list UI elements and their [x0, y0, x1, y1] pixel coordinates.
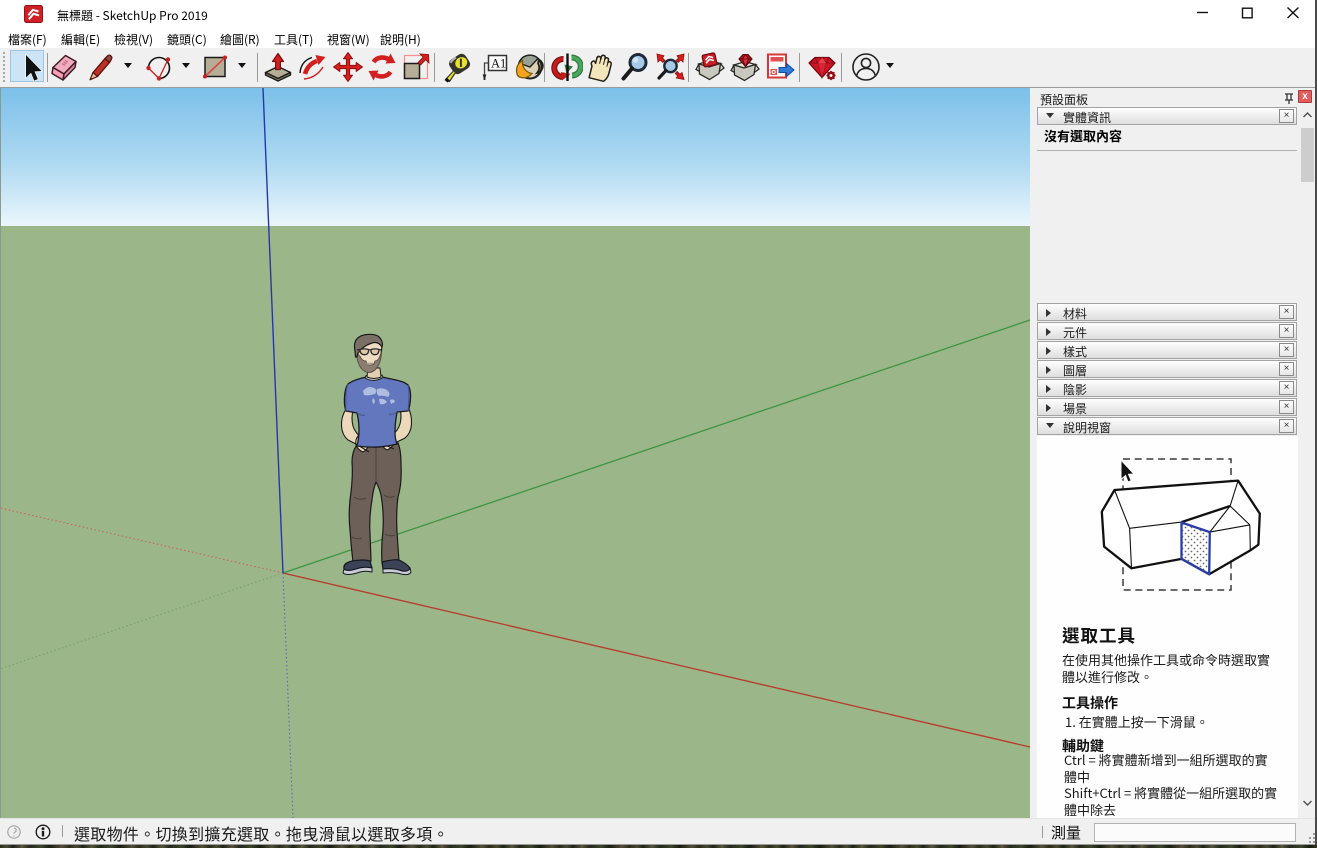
svg-text:A1: A1	[491, 57, 506, 71]
